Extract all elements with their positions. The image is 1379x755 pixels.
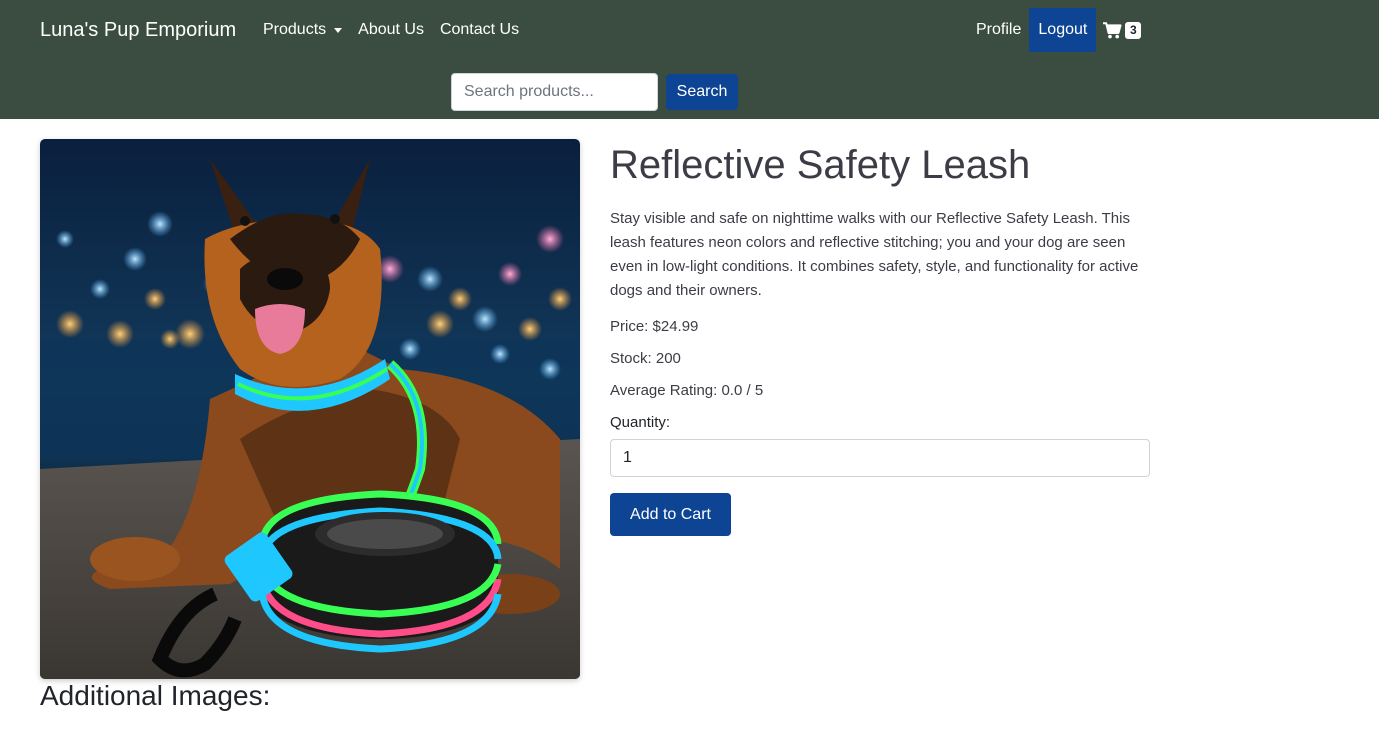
logout-button[interactable]: Logout [1029,8,1097,52]
chevron-down-icon [334,27,343,33]
product-details: Reflective Safety Leash Stay visible and… [610,141,1150,536]
nav-user-area: Profile Logout 3 [976,8,1142,52]
additional-images-heading: Additional Images: [40,680,271,711]
nav-links: Products About Us Contact Us [263,21,519,39]
cart-count-badge: 3 [1125,21,1142,39]
product-main-image [40,139,580,679]
shopping-cart-icon [1103,21,1122,38]
product-photo-dog-with-leash [40,139,580,679]
profile-link[interactable]: Profile [976,21,1021,39]
nav-contact-link[interactable]: Contact Us [440,21,519,39]
add-to-cart-button[interactable]: Add to Cart [610,493,731,536]
product-title: Reflective Safety Leash [610,143,1031,187]
product-average-rating: Average Rating: 0.0 / 5 [610,382,764,399]
quantity-label: Quantity: [610,414,671,431]
quantity-input[interactable] [610,439,1150,477]
nav-about-link[interactable]: About Us [358,21,424,39]
cart-link[interactable]: 3 [1103,21,1142,39]
nav-products-dropdown[interactable]: Products [263,21,343,39]
product-price: Price: $24.99 [610,318,699,335]
search-form: Search [451,73,738,111]
nav-products-label: Products [263,21,327,38]
brand-logo-link[interactable]: Luna's Pup Emporium [40,19,236,42]
product-stock: Stock: 200 [610,350,681,367]
product-description: Stay visible and safe on nighttime walks… [610,210,1139,299]
search-input[interactable] [451,73,658,111]
search-button[interactable]: Search [666,74,738,110]
top-navbar: Luna's Pup Emporium Products About Us Co… [0,0,1379,119]
